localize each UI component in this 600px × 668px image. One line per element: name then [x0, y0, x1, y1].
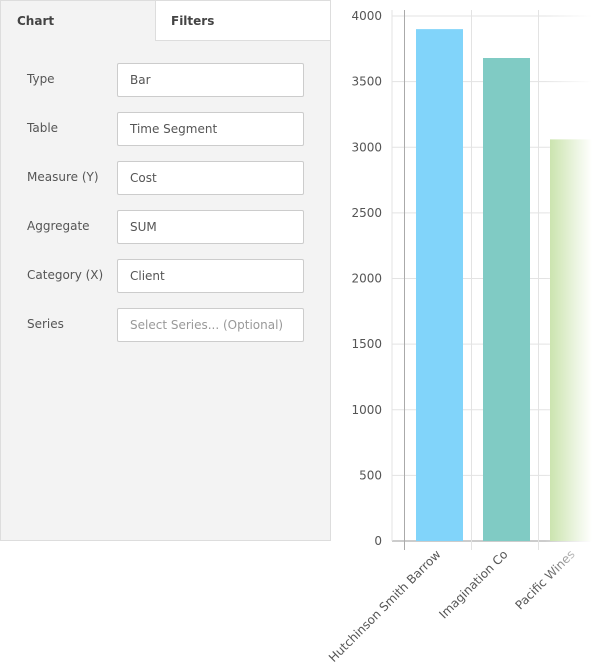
y-tick-label: 1500 — [351, 337, 382, 351]
y-tick-label: 3500 — [351, 75, 382, 89]
y-tick-label: 2000 — [351, 272, 382, 286]
bar — [483, 58, 530, 541]
chart-fade-overlay — [545, 0, 600, 668]
y-tick-label: 1000 — [351, 403, 382, 417]
y-tick-label: 0 — [374, 534, 382, 548]
y-tick-label: 500 — [359, 468, 382, 482]
bar-chart: 0 500 1000 1500 2000 2500 3000 3500 4000 Hutchins… — [326, 9, 600, 665]
y-tick-label: 4000 — [351, 9, 382, 23]
x-tick-label: Hutchinson Smith Barrow — [326, 547, 444, 665]
y-tick-label: 2500 — [351, 206, 382, 220]
y-tick-label: 3000 — [351, 140, 382, 154]
bar — [416, 29, 463, 541]
x-tick-label: Imagination Co — [436, 547, 510, 621]
